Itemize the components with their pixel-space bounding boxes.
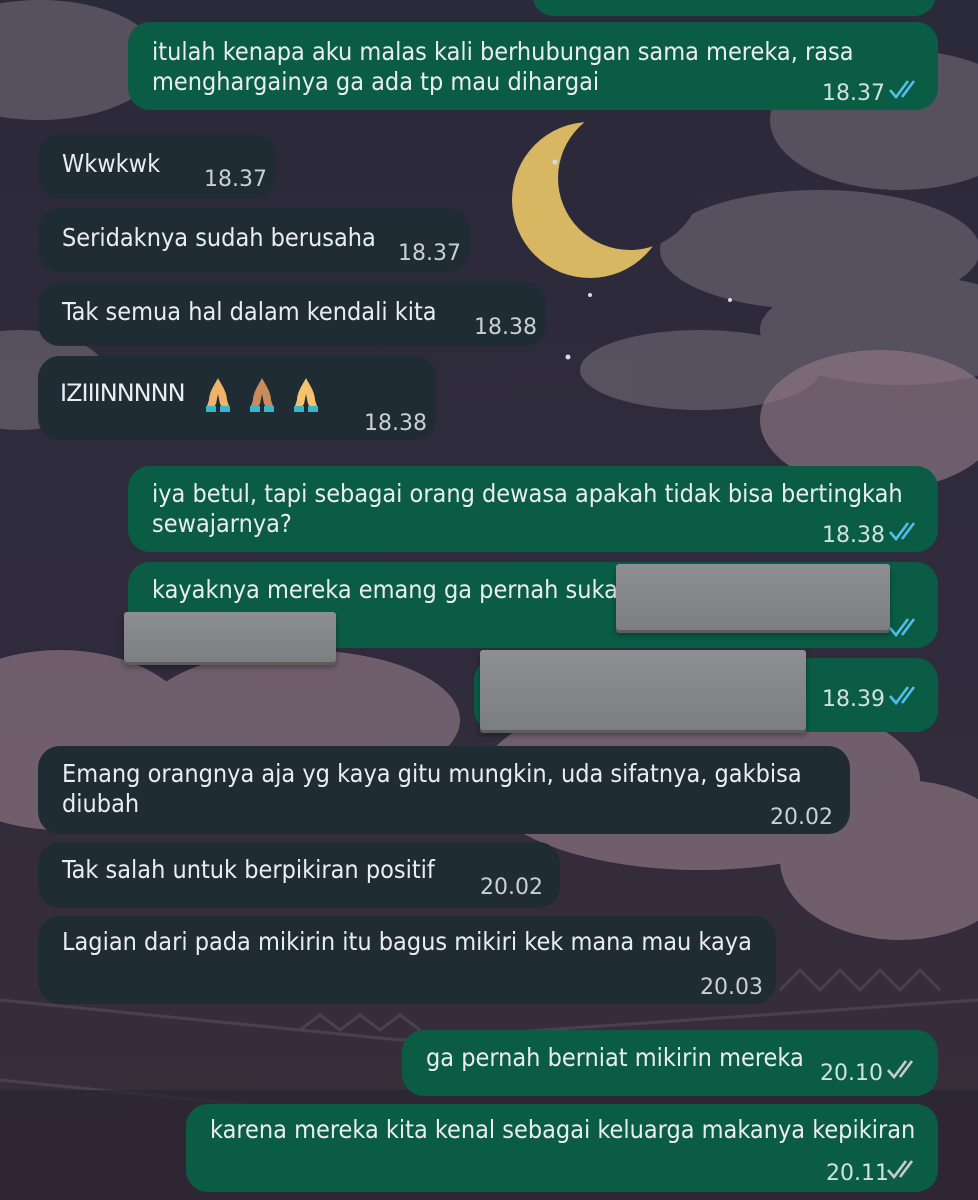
message-time: 18.38 (822, 523, 885, 548)
message-time: 20.02 (480, 875, 543, 900)
message-bubble-outgoing[interactable]: ga pernah berniat mikirin mereka 20.10 (402, 1030, 938, 1096)
message-text: IZIIINNNNN (60, 374, 323, 414)
message-text: Tak semua hal dalam kendali kita (62, 297, 437, 326)
message-text: ga pernah berniat mikirin mereka (426, 1043, 804, 1072)
message-time: 18.38 (474, 315, 537, 340)
folded-hands-icon (294, 378, 319, 412)
message-bubble-incoming[interactable]: Emang orangnya aja yg kaya gitu mungkin,… (38, 746, 850, 834)
message-time: 18.37 (822, 81, 885, 106)
message-text: karena mereka kita kenal sebagai keluarg… (210, 1115, 916, 1144)
read-double-check-icon (889, 618, 916, 638)
folded-hands-icon (206, 378, 231, 412)
delivered-double-check-icon (887, 1160, 914, 1180)
message-bubble-incoming[interactable]: Wkwkwk 18.37 (38, 134, 276, 198)
message-bubble-outgoing[interactable]: itulah kenapa aku malas kali berhubungan… (128, 22, 938, 110)
message-time: 20.03 (700, 975, 763, 1000)
message-bubble-incoming[interactable]: Lagian dari pada mikirin itu bagus mikir… (38, 916, 776, 1004)
message-text: sewajarnya? (152, 509, 292, 538)
message-text-label: IZIIINNNNN (60, 379, 186, 407)
message-text: Wkwkwk (62, 149, 161, 178)
message-bubble-partial[interactable] (532, 0, 936, 16)
delivered-double-check-icon (887, 1060, 914, 1080)
message-time: 18.37 (398, 241, 461, 266)
message-text: itulah kenapa aku malas kali berhubungan… (152, 37, 854, 66)
redaction-block (124, 612, 336, 662)
redaction-block (480, 650, 806, 730)
message-time: 20.10 (820, 1061, 883, 1086)
message-time: 20.11 (826, 1161, 889, 1186)
message-text: Lagian dari pada mikirin itu bagus mikir… (62, 927, 752, 956)
read-double-check-icon (889, 522, 916, 542)
message-time: 20.02 (770, 805, 833, 830)
message-text: Seridaknya sudah berusaha (62, 223, 376, 252)
message-bubble-incoming[interactable]: IZIIINNNNN 18.38 (38, 356, 436, 440)
message-text: Tak salah untuk berpikiran positif (62, 855, 435, 884)
message-time: 18.38 (364, 411, 427, 436)
message-bubble-outgoing[interactable]: iya betul, tapi sebagai orang dewasa apa… (128, 466, 938, 552)
redaction-block (616, 564, 890, 630)
read-double-check-icon (889, 686, 916, 706)
message-text: diubah (62, 789, 140, 818)
message-bubble-incoming[interactable]: Seridaknya sudah berusaha 18.37 (38, 208, 470, 272)
message-time: 18.37 (204, 167, 267, 192)
message-bubble-incoming[interactable]: Tak salah untuk berpikiran positif 20.02 (38, 842, 560, 908)
message-text: kayaknya mereka emang ga pernah suka (152, 575, 618, 604)
message-text: menghargainya ga ada tp mau dihargai (152, 67, 600, 96)
message-bubble-outgoing[interactable]: karena mereka kita kenal sebagai keluarg… (186, 1104, 938, 1192)
read-double-check-icon (889, 80, 916, 100)
message-bubble-incoming[interactable]: Tak semua hal dalam kendali kita 18.38 (38, 282, 546, 346)
message-time: 18.39 (822, 687, 885, 712)
message-text: Emang orangnya aja yg kaya gitu mungkin,… (62, 759, 802, 788)
folded-hands-icon (250, 378, 275, 412)
message-text: iya betul, tapi sebagai orang dewasa apa… (152, 479, 903, 508)
